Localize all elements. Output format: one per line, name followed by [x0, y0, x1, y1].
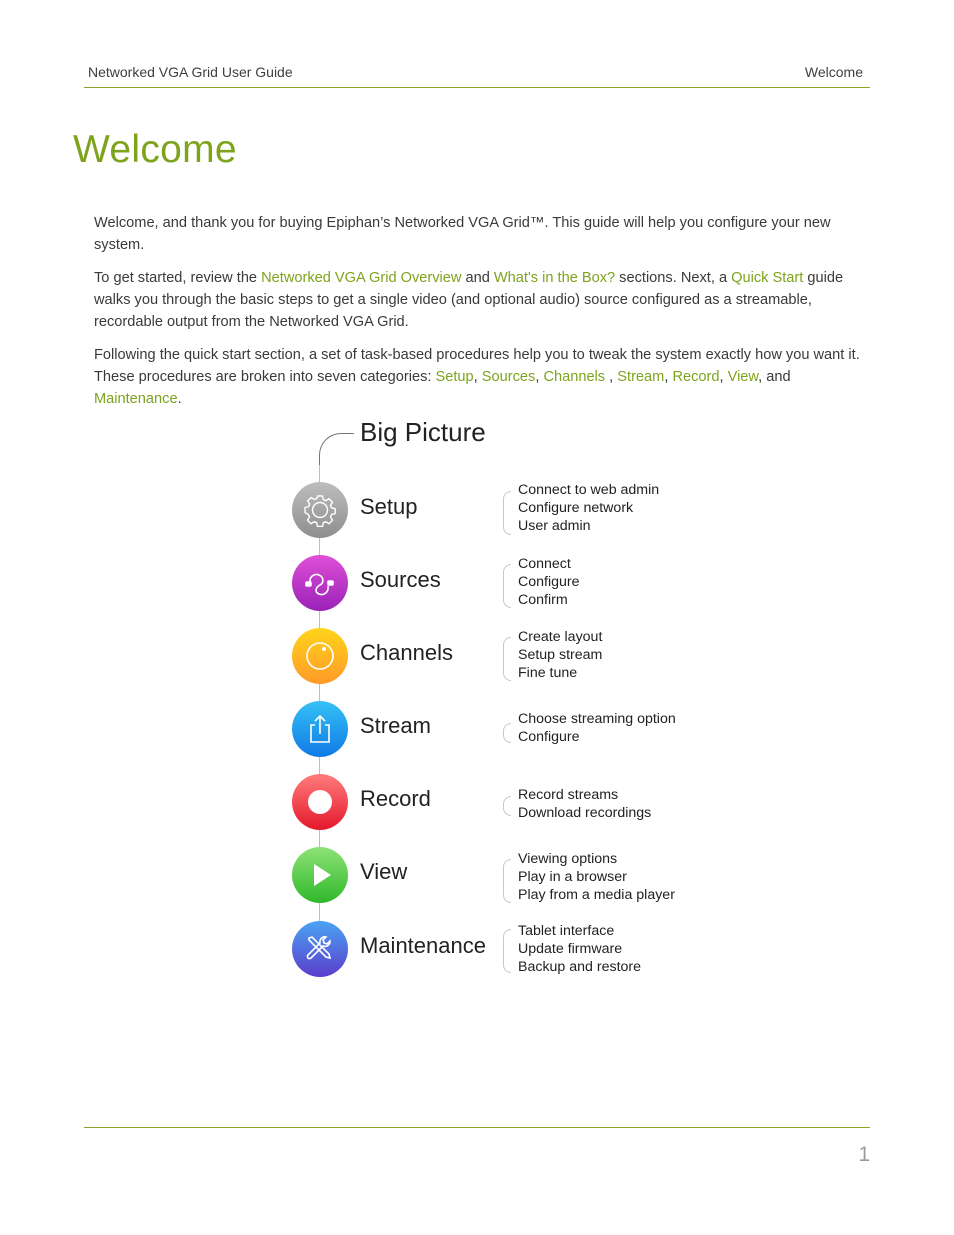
step-items: Record streams Download recordings: [518, 787, 651, 823]
bracket: [503, 491, 511, 535]
link-stream[interactable]: Stream: [617, 369, 664, 385]
tools-icon: [292, 921, 348, 977]
play-icon: [292, 847, 348, 903]
categories-paragraph: Following the quick start section, a set…: [94, 344, 864, 410]
intro-paragraph: Welcome, and thank you for buying Epipha…: [94, 212, 864, 256]
text: sections. Next, a: [615, 270, 732, 286]
step-label: Stream: [360, 713, 431, 738]
text: To get started, review the: [94, 270, 262, 286]
link-record[interactable]: Record: [672, 369, 719, 385]
step-item: User admin: [518, 517, 591, 534]
link-maintenance[interactable]: Maintenance: [94, 391, 178, 407]
step-item: Download recordings: [518, 804, 652, 821]
step-item: Connect to web admin: [518, 482, 660, 498]
share-icon: [292, 701, 348, 757]
step-item: Create layout: [518, 629, 603, 645]
step-label: View: [360, 859, 408, 884]
footer-divider: [84, 1127, 870, 1128]
bracket: [503, 929, 511, 973]
link-quick-start[interactable]: Quick Start: [731, 270, 803, 286]
step-item: Connect: [518, 556, 571, 572]
step-label: Setup: [360, 494, 418, 519]
step-label: Record: [360, 786, 431, 811]
step-sources: Sources Connect Configure Confirm: [280, 553, 720, 613]
link-channels[interactable]: Channels: [543, 369, 605, 385]
step-item: Fine tune: [518, 664, 578, 681]
step-item: Tablet interface: [518, 923, 615, 939]
bracket: [503, 723, 511, 743]
step-item: Configure network: [518, 499, 634, 516]
step-item: Choose streaming option: [518, 711, 676, 727]
page-header: Networked VGA Grid User Guide Welcome: [84, 62, 870, 88]
separator: ,: [473, 369, 482, 385]
step-item: Update firmware: [518, 940, 623, 957]
connector-curve: [319, 433, 354, 468]
link-whats-in-the-box[interactable]: What's in the Box?: [494, 270, 615, 286]
step-items: Connect Configure Confirm: [518, 556, 580, 609]
step-items: Tablet interface Update firmware Backup …: [518, 923, 641, 976]
step-item: Play from a media player: [518, 886, 675, 903]
bracket: [503, 859, 511, 903]
step-item: Record streams: [518, 787, 619, 803]
step-items: Viewing options Play in a browser Play f…: [518, 851, 675, 904]
step-label: Channels: [360, 640, 453, 665]
gear-icon: [292, 482, 348, 538]
bracket: [503, 564, 511, 608]
step-view: View Viewing options Play in a browser P…: [280, 845, 720, 905]
step-item: Backup and restore: [518, 958, 642, 975]
link-overview[interactable]: Networked VGA Grid Overview: [261, 270, 461, 286]
step-items: Choose streaming option Configure: [518, 711, 676, 747]
step-setup: Setup Connect to web admin Configure net…: [280, 480, 720, 540]
step-item: Viewing options: [518, 851, 618, 867]
separator: , and: [758, 369, 791, 385]
separator: ,: [605, 369, 618, 385]
bracket: [503, 637, 511, 681]
lens-icon: [292, 628, 348, 684]
step-item: Play in a browser: [518, 868, 627, 885]
link-view[interactable]: View: [728, 369, 759, 385]
step-stream: Stream Choose streaming option Configure: [280, 699, 720, 759]
link-setup[interactable]: Setup: [436, 369, 474, 385]
step-item: Configure: [518, 573, 580, 590]
intro-text: Welcome, and thank you for buying Epipha…: [94, 215, 831, 253]
step-maintenance: Maintenance Tablet interface Update firm…: [280, 919, 720, 979]
step-item: Setup stream: [518, 646, 603, 663]
link-sources[interactable]: Sources: [482, 369, 536, 385]
page-title: Welcome: [73, 128, 237, 171]
bracket: [503, 796, 511, 816]
step-channels: Channels Create layout Setup stream Fine…: [280, 626, 720, 686]
step-items: Connect to web admin Configure network U…: [518, 482, 659, 535]
step-items: Create layout Setup stream Fine tune: [518, 629, 602, 682]
record-icon: [292, 774, 348, 830]
step-item: Confirm: [518, 591, 568, 608]
separator: .: [177, 391, 182, 407]
diagram-title: Big Picture: [360, 417, 486, 447]
step-item: Configure: [518, 728, 580, 745]
step-label: Maintenance: [360, 933, 486, 958]
header-doc-title: Networked VGA Grid User Guide: [88, 64, 293, 80]
separator: ,: [719, 369, 728, 385]
step-record: Record Record streams Download recording…: [280, 772, 720, 832]
step-label: Sources: [360, 567, 441, 592]
text: and: [461, 270, 494, 286]
page-number: 1: [858, 1143, 870, 1166]
header-section-title: Welcome: [804, 64, 863, 80]
cable-icon: [292, 555, 348, 611]
getting-started-paragraph: To get started, review the Networked VGA…: [94, 267, 864, 333]
big-picture-diagram: Big Picture Setup Connect to web admin C…: [280, 415, 720, 995]
